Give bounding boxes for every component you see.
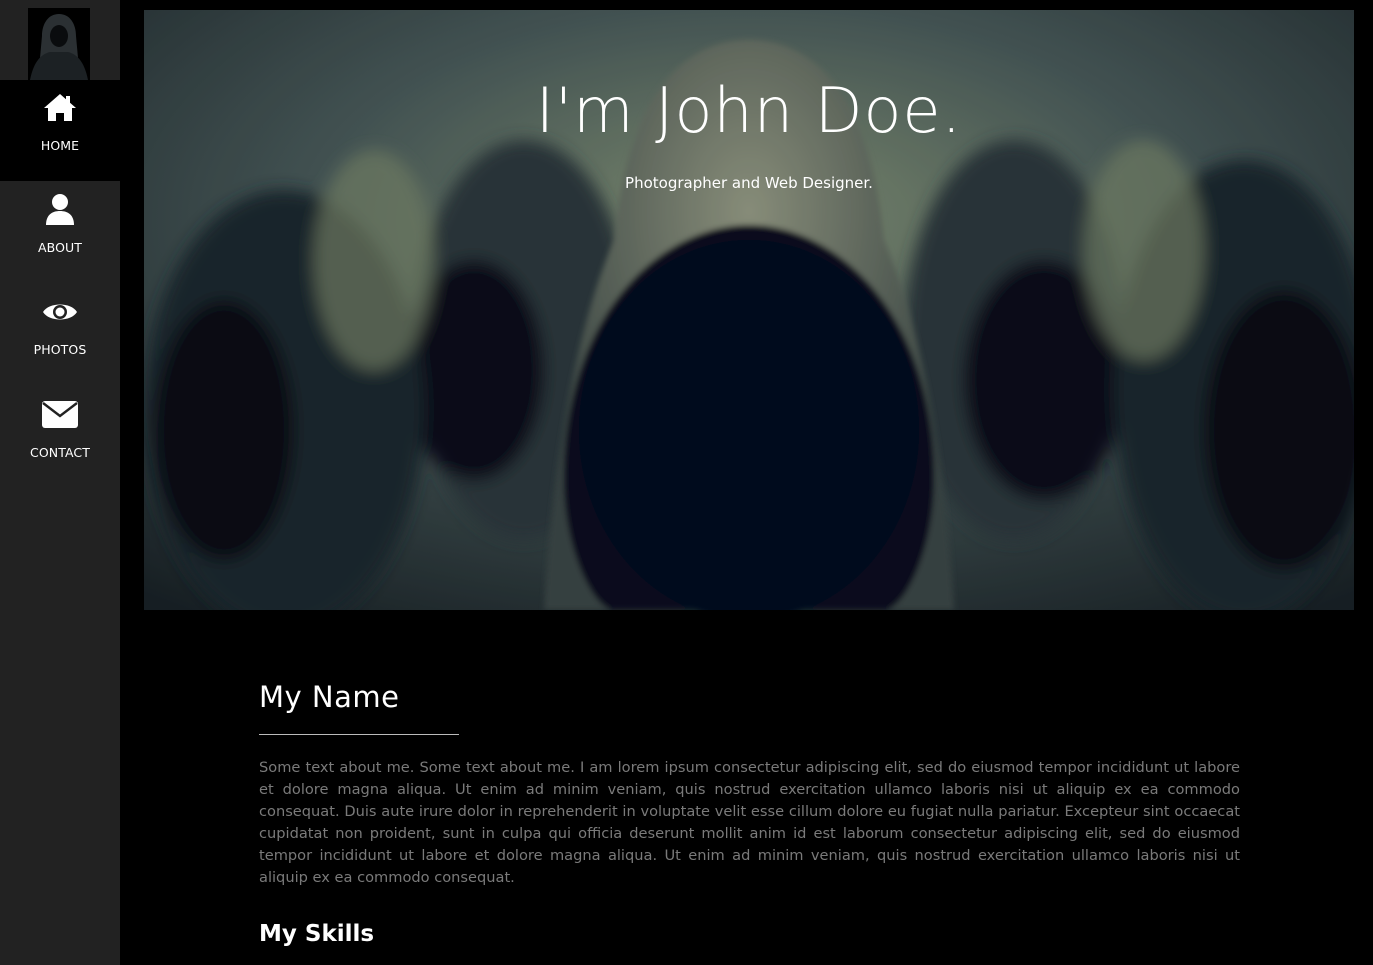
eye-icon [43,304,77,320]
heading-divider [259,734,459,735]
nav-item-about[interactable]: ABOUT [0,181,120,282]
nav-label-about: ABOUT [37,240,83,255]
hero-banner: I'm John Doe. Photographer and Web Desig… [144,10,1354,610]
nav-label-photos: PHOTOS [33,342,87,357]
nav-label-home: HOME [40,138,80,153]
hero-title: I'm John Doe. [535,74,963,147]
skills-heading: My Skills [259,921,375,947]
avatar [28,8,90,80]
about-paragraph: Some text about me. Some text about me. … [259,759,1240,886]
envelope-icon [42,401,78,428]
nav-item-contact[interactable]: CONTACT [0,383,120,484]
home-icon [44,94,76,121]
about-section: My Name Some text about me. Some text ab… [259,680,1240,947]
about-heading: My Name [259,680,400,714]
nav-label-contact: CONTACT [30,445,90,460]
hero-subtitle: Photographer and Web Designer. [625,174,873,192]
sidebar-nav: HOME ABOUT PHOTOS CONTACT [0,0,120,965]
user-icon [46,194,74,225]
nav-item-home[interactable]: HOME [0,80,120,181]
nav-item-photos[interactable]: PHOTOS [0,282,120,383]
